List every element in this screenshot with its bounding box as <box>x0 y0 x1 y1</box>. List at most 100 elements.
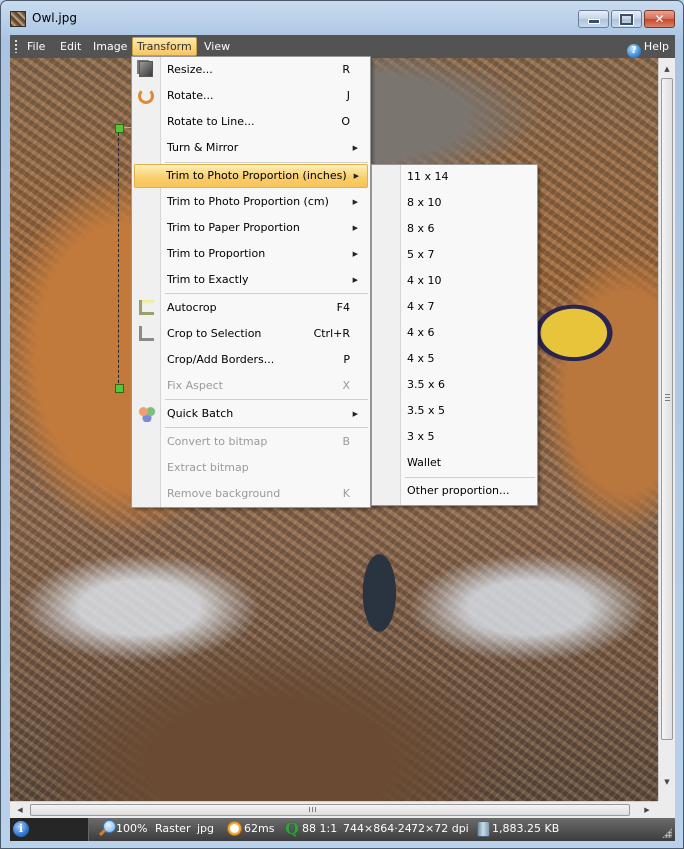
status-dpi: 72×72 dpi <box>411 822 469 835</box>
scroll-down-button[interactable]: ▼ <box>659 774 675 790</box>
menu-item-label: Convert to bitmap <box>167 435 268 448</box>
menu-item-label: 5 x 7 <box>407 248 435 261</box>
vertical-scroll-thumb[interactable] <box>661 78 673 740</box>
app-image-icon <box>10 11 26 27</box>
menu-edit[interactable]: Edit <box>56 38 85 55</box>
menu-item-shortcut: P <box>343 353 350 366</box>
submenu-arrow-icon: ▶ <box>352 144 358 152</box>
proportion-item[interactable]: 4 x 6 <box>374 321 535 345</box>
menu-item-rotate[interactable]: Rotate... J <box>134 84 368 108</box>
scroll-thumb-grip <box>309 807 316 812</box>
close-icon: ✕ <box>654 12 665 26</box>
scroll-right-button[interactable]: ▶ <box>639 802 655 818</box>
toolbar-grip[interactable] <box>15 40 17 53</box>
menu-item-shortcut: X <box>342 379 350 392</box>
proportion-item[interactable]: 8 x 6 <box>374 217 535 241</box>
menu-item-label: Fix Aspect <box>167 379 223 392</box>
menu-item-crop-add-borders[interactable]: Crop/Add Borders... P <box>134 348 368 372</box>
menu-item-resize[interactable]: Resize... R <box>134 58 368 82</box>
menu-separator <box>165 427 368 428</box>
menu-item-remove-background: Remove background K <box>134 482 368 506</box>
menu-item-shortcut: F4 <box>336 301 350 314</box>
menu-item-label: 4 x 7 <box>407 300 435 313</box>
menu-bar: File Edit Image Transform View ? Help <box>10 35 675 58</box>
quality-icon: Q <box>285 819 299 838</box>
horizontal-scrollbar[interactable]: ◀ ▶ <box>10 801 658 818</box>
scroll-up-button[interactable]: ▲ <box>659 61 675 77</box>
menu-item-trim-exactly[interactable]: Trim to Exactly ▶ <box>134 268 368 292</box>
submenu-arrow-icon: ▶ <box>352 198 358 206</box>
help-label: Help <box>643 40 669 53</box>
info-icon[interactable]: i <box>13 821 29 837</box>
window-title: Owl.jpg <box>32 11 77 25</box>
submenu-arrow-icon: ▶ <box>352 276 358 284</box>
menu-item-quick-batch[interactable]: Quick Batch ▶ <box>134 402 368 426</box>
menu-item-crop-to-selection[interactable]: Crop to Selection Ctrl+R <box>134 322 368 346</box>
resize-grip[interactable] <box>662 828 672 838</box>
menu-item-label: 4 x 10 <box>407 274 442 287</box>
crop-icon <box>139 326 154 341</box>
scroll-left-button[interactable]: ◀ <box>12 802 28 818</box>
autocrop-icon <box>139 300 154 315</box>
status-load-time: 62ms <box>244 822 275 835</box>
menu-item-turn-mirror[interactable]: Turn & Mirror ▶ <box>134 136 368 160</box>
maximize-button[interactable] <box>611 10 642 28</box>
status-quality: 88 1:1 <box>302 822 338 835</box>
status-type: Raster <box>155 822 191 835</box>
menu-item-label: Trim to Paper Proportion <box>167 221 300 234</box>
menu-item-label: Wallet <box>407 456 442 469</box>
menu-item-shortcut: B <box>342 435 350 448</box>
menu-transform[interactable]: Transform <box>132 37 197 56</box>
status-zoom[interactable]: 100% <box>116 822 147 835</box>
submenu-arrow-icon: ▶ <box>352 410 358 418</box>
menu-file[interactable]: File <box>23 38 49 55</box>
help-button[interactable]: ? Help <box>626 38 669 58</box>
menu-image[interactable]: Image <box>89 38 131 55</box>
menu-item-rotate-to-line[interactable]: Rotate to Line... O <box>134 110 368 134</box>
help-icon: ? <box>626 44 641 58</box>
proportion-item[interactable]: 8 x 10 <box>374 191 535 215</box>
selection-handle-bottom[interactable] <box>115 384 124 393</box>
status-format: jpg <box>197 822 215 835</box>
title-bar[interactable]: Owl.jpg ✕ <box>1 1 683 33</box>
proportion-item[interactable]: 3.5 x 6 <box>374 373 535 397</box>
menu-item-label: 8 x 6 <box>407 222 435 235</box>
horizontal-scroll-thumb[interactable] <box>30 804 630 816</box>
minimize-button[interactable] <box>578 10 609 28</box>
selection-handle-top[interactable] <box>115 124 124 133</box>
menu-separator <box>165 399 368 400</box>
menu-item-label: 4 x 6 <box>407 326 435 339</box>
menu-separator <box>165 293 368 294</box>
menu-view[interactable]: View <box>200 38 234 55</box>
proportion-item[interactable]: 11 x 14 <box>374 165 535 189</box>
menu-item-shortcut: J <box>346 89 350 102</box>
submenu-arrow-icon: ▶ <box>352 250 358 258</box>
menu-item-label: Trim to Photo Proportion (cm) <box>167 195 329 208</box>
menu-item-autocrop[interactable]: Autocrop F4 <box>134 296 368 320</box>
menu-item-label: 4 x 5 <box>407 352 435 365</box>
menu-item-label: 3.5 x 5 <box>407 404 445 417</box>
proportion-item[interactable]: 4 x 7 <box>374 295 535 319</box>
menu-item-trim-proportion[interactable]: Trim to Proportion ▶ <box>134 242 368 266</box>
menu-item-trim-photo-cm[interactable]: Trim to Photo Proportion (cm) ▶ <box>134 190 368 214</box>
menu-item-label: Quick Batch <box>167 407 234 420</box>
transform-menu: Resize... R Rotate... J Rotate to Line..… <box>131 56 371 508</box>
menu-item-trim-photo-inches[interactable]: Trim to Photo Proportion (inches) ▶ <box>134 164 368 188</box>
proportion-item[interactable]: 4 x 10 <box>374 269 535 293</box>
close-button[interactable]: ✕ <box>644 10 675 28</box>
menu-item-label: Rotate... <box>167 89 214 102</box>
proportion-item-wallet[interactable]: Wallet <box>374 451 535 475</box>
vertical-scrollbar[interactable]: ▲ ▼ <box>658 58 675 801</box>
menu-item-trim-paper[interactable]: Trim to Paper Proportion ▶ <box>134 216 368 240</box>
proportion-item[interactable]: 3.5 x 5 <box>374 399 535 423</box>
status-bar: i 100% Raster jpg 62ms Q 88 1:1 744×864·… <box>10 818 675 841</box>
menu-item-label: Other proportion... <box>407 484 510 497</box>
proportion-item[interactable]: 5 x 7 <box>374 243 535 267</box>
proportion-item-other[interactable]: Other proportion... <box>374 479 535 503</box>
menu-item-label: Trim to Exactly <box>167 273 249 286</box>
selection-line[interactable] <box>118 128 119 388</box>
menu-item-label: Remove background <box>167 487 281 500</box>
menu-item-label: 3 x 5 <box>407 430 435 443</box>
proportion-item[interactable]: 3 x 5 <box>374 425 535 449</box>
proportion-item[interactable]: 4 x 5 <box>374 347 535 371</box>
